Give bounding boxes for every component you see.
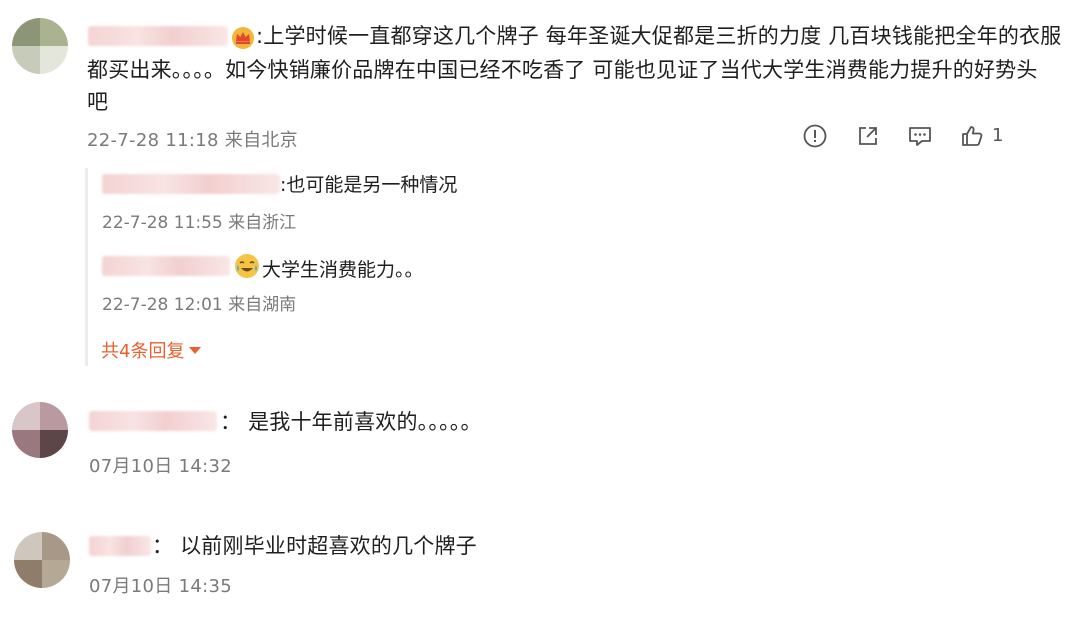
reply-text: :也可能是另一种情况 — [280, 174, 458, 196]
comment-meta: 22-7-28 11:18 来自北京 — [87, 130, 298, 151]
comment-text: ： 是我十年前喜欢的。。。。。 — [220, 410, 482, 434]
avatar[interactable] — [14, 532, 70, 588]
comment-icon[interactable] — [907, 123, 933, 149]
reply-meta: 22-7-28 12:01 来自湖南 — [102, 295, 297, 315]
username[interactable] — [89, 411, 217, 431]
avatar[interactable] — [12, 18, 68, 74]
like-count: 1 — [992, 125, 1004, 146]
reply-text: 大学生消费能力。。 — [262, 259, 424, 281]
comment-meta: 07月10日 14:35 — [89, 576, 233, 597]
comment-text: :上学时候一直都穿这几个牌子 每年圣诞大促都是三折的力度 几百块钱能把全年的衣服 — [256, 24, 1062, 48]
username[interactable] — [88, 26, 228, 46]
crown-badge-icon — [231, 26, 255, 50]
more-replies-label: 共4条回复 — [101, 341, 185, 362]
caret-down-icon — [189, 347, 202, 354]
more-replies-link[interactable]: 共4条回复 — [101, 337, 202, 363]
avatar[interactable] — [12, 402, 68, 458]
like-icon[interactable] — [959, 123, 985, 149]
reply-meta: 22-7-28 11:55 来自浙江 — [102, 213, 297, 233]
reply-thread-bar — [85, 168, 88, 366]
comment-meta: 07月10日 14:32 — [89, 456, 233, 477]
laugh-cry-emoji-icon — [234, 253, 260, 279]
comment-text: 都买出来。。。。如今快销廉价品牌在中国已经不吃香了 可能也见证了当代大学生消费能… — [87, 58, 1038, 82]
username[interactable] — [102, 174, 280, 194]
report-icon[interactable] — [802, 123, 828, 149]
username[interactable] — [102, 256, 230, 276]
comment-text: ： 以前刚毕业时超喜欢的几个牌子 — [152, 534, 477, 558]
share-icon[interactable] — [855, 123, 881, 149]
username[interactable] — [89, 536, 151, 556]
comment-text: 吧 — [87, 90, 109, 114]
